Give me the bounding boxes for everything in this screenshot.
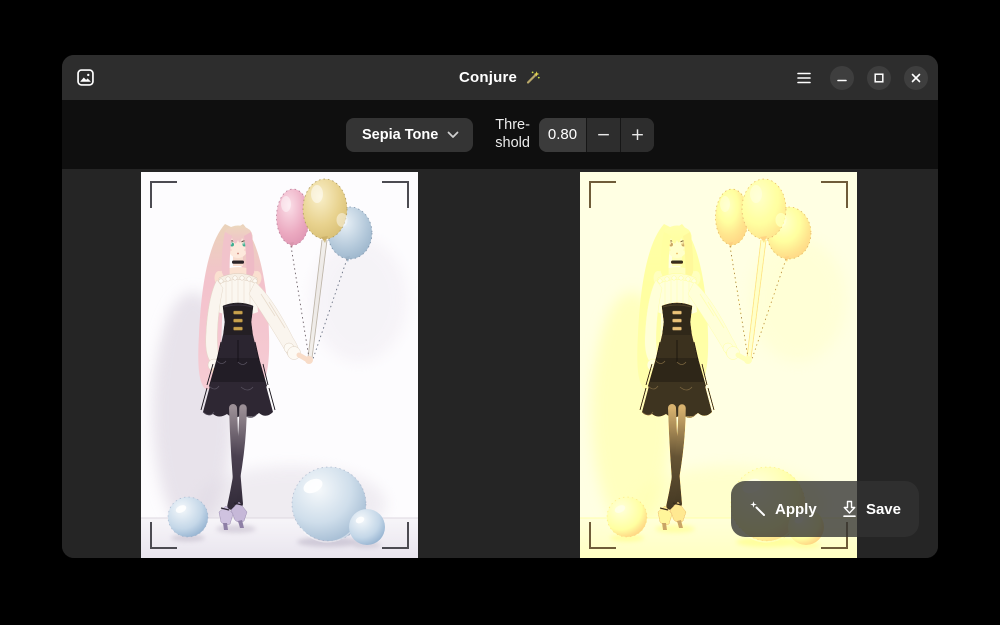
titlebar: Conjure [62, 55, 938, 100]
window-controls [791, 65, 928, 91]
action-bar: Apply Save [731, 481, 919, 537]
original-image [141, 172, 418, 558]
magic-wand-emoji-icon [524, 69, 541, 86]
filter-dropdown-label: Sepia Tone [362, 127, 438, 143]
apply-button[interactable]: Apply [747, 494, 819, 524]
close-icon [911, 73, 921, 83]
photo-image-icon [76, 69, 94, 87]
hamburger-menu-button[interactable] [791, 65, 817, 91]
threshold-decrease-button[interactable]: − [587, 118, 620, 152]
magic-wand-icon [749, 500, 767, 518]
filter-toolbar: Sepia Tone Thre- shold 0.80 − + [62, 100, 938, 169]
threshold-control: Thre- shold 0.80 − + [495, 117, 654, 151]
close-button[interactable] [904, 66, 928, 90]
threshold-label: Thre- shold [495, 117, 530, 151]
maximize-icon [874, 73, 884, 83]
save-button[interactable]: Save [839, 494, 903, 524]
download-save-icon [841, 500, 858, 518]
threshold-value[interactable]: 0.80 [539, 118, 586, 152]
minimize-button[interactable] [830, 66, 854, 90]
original-artwork [141, 172, 418, 558]
maximize-button[interactable] [867, 66, 891, 90]
page-title: Conjure [459, 69, 517, 86]
filter-dropdown[interactable]: Sepia Tone [346, 118, 473, 152]
app-window: Conjure [62, 55, 938, 558]
hamburger-menu-icon [798, 73, 810, 82]
minimize-icon [837, 73, 847, 83]
chevron-down-icon [447, 131, 459, 139]
threshold-increase-button[interactable]: + [621, 118, 654, 152]
preview-area: Apply Save [62, 169, 938, 558]
threshold-spinbox: 0.80 − + [539, 118, 654, 152]
